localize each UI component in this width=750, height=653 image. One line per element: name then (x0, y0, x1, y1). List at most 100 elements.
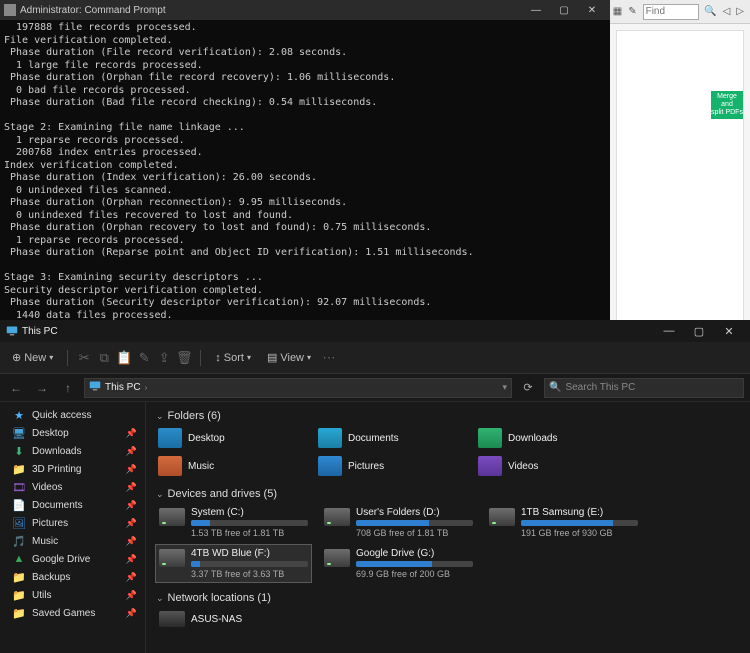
drive-icon (324, 508, 350, 526)
cmd-icon (4, 4, 16, 16)
sidebar-item[interactable]: 📁3D Printing📌 (0, 460, 145, 478)
drive-item[interactable]: System (C:)1.53 TB free of 1.81 TB (156, 504, 311, 541)
rename-icon[interactable]: ✎ (136, 350, 152, 366)
search-icon: 🔍 (549, 382, 561, 393)
folder-item[interactable]: Videos (476, 454, 626, 478)
merge-label-1: Merge and (711, 93, 743, 109)
folder-label: Pictures (348, 461, 384, 472)
chevron-down-icon[interactable]: ▾ (502, 382, 507, 393)
pin-icon[interactable]: 📌 (126, 536, 137, 547)
sort-button[interactable]: ↕ Sort ▾ (209, 348, 257, 368)
sidebar-item[interactable]: 📁Saved Games📌 (0, 604, 145, 622)
find-input[interactable] (643, 4, 699, 20)
maximize-button[interactable]: ▢ (550, 1, 578, 19)
pin-icon[interactable]: 📌 (126, 446, 137, 457)
drive-free-text: 69.9 GB free of 200 GB (356, 569, 473, 579)
cmd-output[interactable]: 197888 file records processed. File veri… (0, 20, 610, 320)
paste-icon[interactable]: 📋 (116, 350, 132, 366)
sidebar-item[interactable]: 🖥Desktop📌 (0, 424, 145, 442)
chevron-down-icon: ⌄ (156, 593, 164, 604)
sidebar-item[interactable]: 📁Backups📌 (0, 568, 145, 586)
minimize-button[interactable]: — (654, 321, 684, 341)
folders-header[interactable]: ⌄ Folders (6) (146, 406, 750, 426)
folder-icon: 🖼 (12, 517, 26, 529)
drive-usage-bar (521, 520, 638, 526)
network-item[interactable]: ASUS-NAS (156, 608, 311, 630)
sidebar-item-label: Videos (32, 482, 62, 493)
folder-item[interactable]: Desktop (156, 426, 306, 450)
folder-item[interactable]: Documents (316, 426, 466, 450)
copy-icon[interactable]: ⧉ (96, 350, 112, 366)
up-button[interactable]: ↑ (58, 378, 78, 398)
pin-icon[interactable]: 📌 (126, 464, 137, 475)
sidebar-item[interactable]: 🎞Videos📌 (0, 478, 145, 496)
delete-icon[interactable]: 🗑 (176, 350, 192, 366)
folder-icon: 📄 (12, 499, 26, 511)
chevron-down-icon: ▾ (247, 353, 251, 362)
network-header[interactable]: ⌄ Network locations (1) (146, 588, 750, 608)
separator (67, 350, 68, 366)
folder-icon (318, 428, 342, 448)
drive-icon (324, 549, 350, 567)
address-bar[interactable]: This PC › ▾ (84, 378, 512, 398)
chevron-down-icon: ⌄ (156, 489, 164, 500)
folder-item[interactable]: Downloads (476, 426, 626, 450)
search-input[interactable]: 🔍 Search This PC (544, 378, 744, 398)
sidebar-item[interactable]: ⬇Downloads📌 (0, 442, 145, 460)
cut-icon[interactable]: ✂ (76, 350, 92, 366)
folder-item[interactable]: Pictures (316, 454, 466, 478)
refresh-button[interactable]: ⟳ (518, 378, 538, 398)
drive-name: User's Folders (D:) (356, 507, 473, 518)
sidebar-item[interactable]: 🎵Music📌 (0, 532, 145, 550)
pin-icon[interactable]: 📌 (126, 482, 137, 493)
drives-header[interactable]: ⌄ Devices and drives (5) (146, 484, 750, 504)
breadcrumb[interactable]: This PC (105, 382, 141, 393)
grid-icon[interactable]: ▦ (613, 6, 622, 18)
folder-icon (158, 428, 182, 448)
folder-label: Downloads (508, 433, 557, 444)
sidebar-item[interactable]: ▲Google Drive📌 (0, 550, 145, 568)
drive-item[interactable]: User's Folders (D:) 708 GB free of 1.81 T… (321, 504, 476, 541)
forward-button[interactable]: → (32, 378, 52, 398)
pin-icon[interactable]: 📌 (126, 500, 137, 511)
pin-icon[interactable]: 📌 (126, 572, 137, 583)
sidebar-item-label: Downloads (32, 446, 81, 457)
next-icon[interactable]: ▷ (736, 6, 744, 18)
pin-icon[interactable]: 📌 (126, 554, 137, 565)
minimize-button[interactable]: — (522, 1, 550, 19)
sidebar-item[interactable]: 📁Utils📌 (0, 586, 145, 604)
back-button[interactable]: ← (6, 378, 26, 398)
chevron-right-icon[interactable]: › (145, 383, 148, 392)
maximize-button[interactable]: ▢ (684, 321, 714, 341)
sidebar-item[interactable]: 📄Documents📌 (0, 496, 145, 514)
sidebar: ★ Quick access 🖥Desktop📌⬇Downloads📌📁3D P… (0, 402, 146, 653)
drive-item[interactable]: 4TB WD Blue (F:)3.37 TB free of 3.63 TB (156, 545, 311, 582)
sidebar-quick-access[interactable]: ★ Quick access (0, 406, 145, 424)
sidebar-item-label: Google Drive (32, 554, 90, 565)
view-button[interactable]: ▤ View ▾ (261, 347, 317, 368)
drive-free-text: 708 GB free of 1.81 TB (356, 528, 473, 538)
new-button[interactable]: ⊕ New ▾ (6, 347, 59, 368)
search-icon[interactable]: 🔍 (705, 6, 717, 18)
drive-item[interactable]: Google Drive (G:)69.9 GB free of 200 GB (321, 545, 476, 582)
share-icon[interactable]: ⇪ (156, 350, 172, 366)
more-icon[interactable]: ⋯ (321, 350, 337, 366)
merge-split-button[interactable]: Merge and split PDFs (711, 91, 743, 119)
close-button[interactable]: ✕ (578, 1, 606, 19)
sidebar-item-label: Desktop (32, 428, 69, 439)
drive-item[interactable]: 1TB Samsung (E:)191 GB free of 930 GB (486, 504, 641, 541)
command-prompt-window: Administrator: Command Prompt — ▢ ✕ 1978… (0, 0, 610, 320)
sidebar-item[interactable]: 🖼Pictures📌 (0, 514, 145, 532)
pin-icon[interactable]: 📌 (126, 518, 137, 529)
pin-icon[interactable]: 📌 (126, 590, 137, 601)
close-button[interactable]: ✕ (714, 321, 744, 341)
marker-icon[interactable]: ✎ (628, 6, 636, 18)
folder-icon: 📁 (12, 463, 26, 475)
cmd-titlebar[interactable]: Administrator: Command Prompt — ▢ ✕ (0, 0, 610, 20)
pdf-toolbar: ▦ ✎ 🔍 ◁ ▷ (610, 0, 750, 24)
explorer-titlebar[interactable]: This PC — ▢ ✕ (0, 320, 750, 342)
prev-icon[interactable]: ◁ (723, 6, 731, 18)
folder-item[interactable]: Music (156, 454, 306, 478)
pin-icon[interactable]: 📌 (126, 428, 137, 439)
pin-icon[interactable]: 📌 (126, 608, 137, 619)
